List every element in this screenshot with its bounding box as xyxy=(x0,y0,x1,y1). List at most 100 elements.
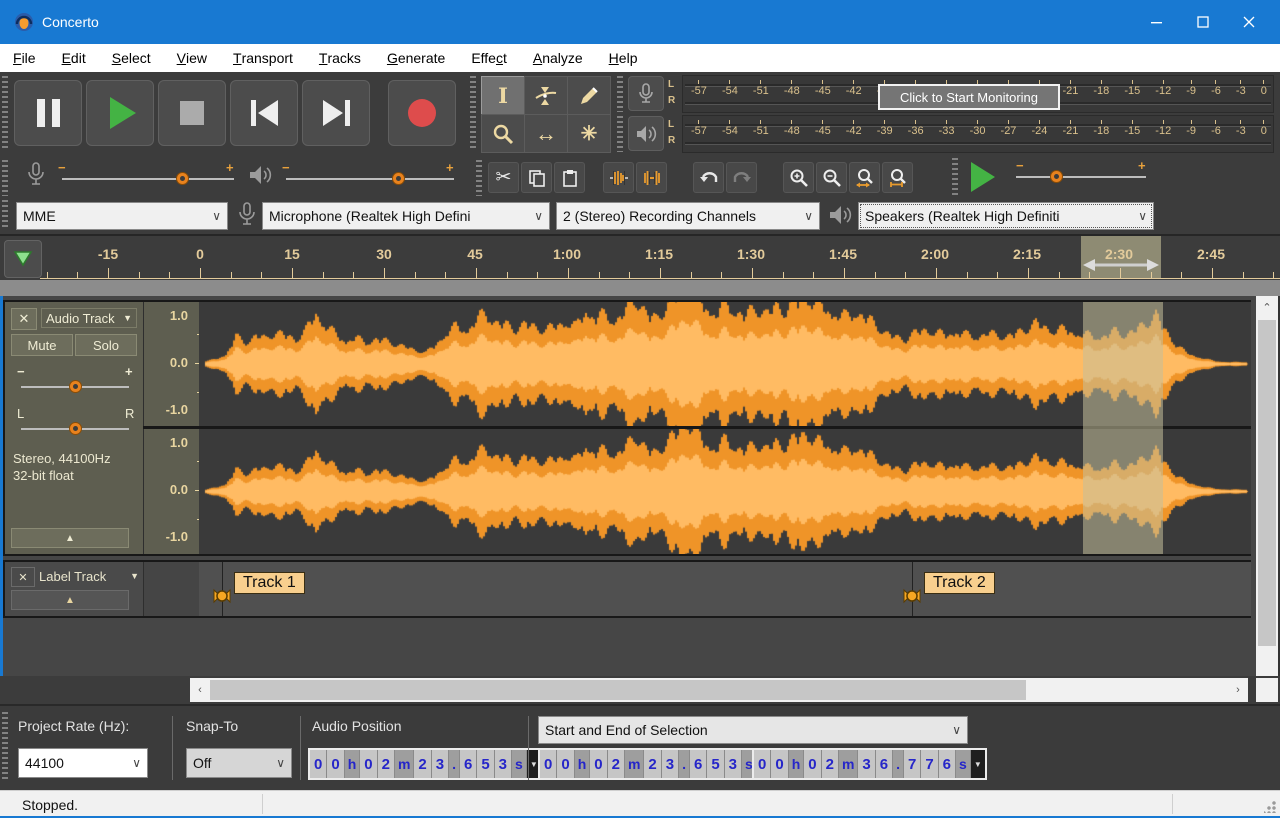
time-digit[interactable]: h xyxy=(344,750,360,778)
time-digit[interactable]: 2 xyxy=(821,750,838,778)
title-bar[interactable]: Concerto xyxy=(0,0,1280,44)
label-track-body[interactable]: Track 1 Track 2 xyxy=(199,562,1251,616)
time-digit[interactable]: 6 xyxy=(875,750,893,778)
time-digit[interactable]: s xyxy=(512,750,526,778)
time-digit[interactable]: 3 xyxy=(724,750,741,778)
minimize-button[interactable] xyxy=(1134,0,1180,44)
menu-tracks[interactable]: Tracks xyxy=(306,44,374,72)
selection-end-field[interactable]: 0 0 h 0 2 m 3 6. 7 7 6 s ▼ xyxy=(752,748,987,780)
tools-toolbar-grip[interactable] xyxy=(470,76,476,151)
time-digit[interactable]: 2 xyxy=(414,750,431,778)
selection-tool-button[interactable]: I xyxy=(481,76,525,115)
selection-start-field[interactable]: 00h02m23.653s▼ xyxy=(538,748,773,780)
time-digit[interactable]: 2 xyxy=(607,750,624,778)
playback-meter-grip[interactable] xyxy=(617,116,623,152)
menu-help[interactable]: Help xyxy=(596,44,651,72)
time-digit[interactable]: 3 xyxy=(858,750,875,778)
selection-toolbar-grip[interactable] xyxy=(2,712,8,782)
audio-track-collapse-button[interactable]: ▲ xyxy=(11,528,129,548)
time-digit[interactable]: 0 xyxy=(590,750,607,778)
redo-button[interactable] xyxy=(726,162,757,193)
time-digit[interactable]: s xyxy=(956,750,970,778)
pause-button[interactable] xyxy=(14,80,82,146)
time-digit[interactable]: m xyxy=(394,750,414,778)
skip-to-end-button[interactable] xyxy=(302,80,370,146)
waveform-channel-2[interactable] xyxy=(199,429,1251,554)
playback-meter[interactable]: -57 -54 -51 -48 -45 -42 -39 -36 -33 -30 -27 -24 -21-… xyxy=(682,115,1274,153)
stop-button[interactable] xyxy=(158,80,226,146)
audio-position-field[interactable]: 0 0 h 0 2 m 2 3. 6 5 3 s ▼ xyxy=(308,748,543,780)
time-digit[interactable]: 6 xyxy=(459,750,477,778)
project-rate-select[interactable]: 44100 ∨ xyxy=(18,748,148,778)
channels-select[interactable]: 2 (Stereo) Recording Channels ∨ xyxy=(556,202,820,230)
skip-to-start-button[interactable] xyxy=(230,80,298,146)
vertical-scrollbar[interactable]: ⌃ xyxy=(1256,296,1278,676)
time-digit[interactable]: 0 xyxy=(754,750,771,778)
zoom-out-button[interactable] xyxy=(816,162,847,193)
time-digit[interactable]: 0 xyxy=(771,750,788,778)
edit-toolbar-grip[interactable] xyxy=(476,160,482,196)
solo-button[interactable]: Solo xyxy=(75,334,137,356)
label-track-close-button[interactable]: ✕ xyxy=(11,567,35,587)
selection-mode-select[interactable]: Start and End of Selection ∨ xyxy=(538,716,968,744)
time-digit[interactable]: 5 xyxy=(707,750,724,778)
time-digit[interactable]: 0 xyxy=(360,750,377,778)
label-marker-handle-icon[interactable] xyxy=(903,586,921,606)
speed-slider[interactable] xyxy=(1016,176,1146,178)
time-shift-tool-button[interactable]: ↔ xyxy=(524,114,568,153)
time-digit[interactable]: 0 xyxy=(540,750,557,778)
scroll-up-button[interactable]: ⌃ xyxy=(1256,298,1278,316)
label-box[interactable]: Track 2 xyxy=(924,572,995,594)
zoom-selection-button[interactable] xyxy=(849,162,880,193)
multi-tool-button[interactable]: ✳ xyxy=(567,114,611,153)
speed-slider-thumb[interactable] xyxy=(1050,170,1063,183)
label-track-collapse-button[interactable]: ▲ xyxy=(11,590,129,610)
audio-track-menu-button[interactable]: Audio Track ▼ xyxy=(41,308,137,328)
time-digit[interactable]: 7 xyxy=(921,750,938,778)
playback-meter-button[interactable] xyxy=(628,116,664,151)
record-meter-grip[interactable] xyxy=(617,76,623,112)
time-digit[interactable]: h xyxy=(574,750,590,778)
label-marker-handle-icon[interactable] xyxy=(213,586,231,606)
time-digit[interactable]: 2 xyxy=(644,750,661,778)
paste-button[interactable] xyxy=(554,162,585,193)
label-track-menu-button[interactable]: Label Track ▼ xyxy=(39,567,139,585)
gain-slider-thumb[interactable] xyxy=(69,380,82,393)
copy-button[interactable] xyxy=(521,162,552,193)
play-button[interactable] xyxy=(86,80,154,146)
playback-volume-slider[interactable] xyxy=(286,178,454,180)
horizontal-scrollbar-thumb[interactable] xyxy=(210,680,1026,700)
draw-tool-button[interactable] xyxy=(567,76,611,115)
time-digit[interactable]: 0 xyxy=(327,750,344,778)
host-select[interactable]: MME ∨ xyxy=(16,202,228,230)
record-volume-slider[interactable] xyxy=(62,178,234,180)
horizontal-scrollbar[interactable]: ‹ › xyxy=(190,678,1248,702)
cut-button[interactable]: ✂ xyxy=(488,162,519,193)
play-at-speed-button[interactable] xyxy=(966,160,1000,194)
undo-button[interactable] xyxy=(693,162,724,193)
time-digit[interactable]: . xyxy=(449,750,459,778)
play-at-speed-grip[interactable] xyxy=(952,158,958,198)
time-digit[interactable]: . xyxy=(893,750,903,778)
menu-transport[interactable]: Transport xyxy=(220,44,306,72)
menu-file[interactable]: File xyxy=(0,44,49,72)
transport-toolbar-grip[interactable] xyxy=(2,76,8,151)
time-digit[interactable]: m xyxy=(838,750,858,778)
record-button[interactable] xyxy=(388,80,456,146)
device-toolbar-grip[interactable] xyxy=(2,200,8,230)
menu-select[interactable]: Select xyxy=(99,44,164,72)
audio-track-close-button[interactable]: ✕ xyxy=(11,308,37,330)
maximize-button[interactable] xyxy=(1180,0,1226,44)
time-digit[interactable]: 3 xyxy=(431,750,449,778)
zoom-tool-button[interactable] xyxy=(481,114,525,153)
menu-effect[interactable]: Effe c t xyxy=(458,44,520,72)
record-volume-slider-thumb[interactable] xyxy=(176,172,189,185)
mixer-toolbar-grip[interactable] xyxy=(2,160,8,196)
input-device-select[interactable]: Microphone (Realtek High Defini ∨ xyxy=(262,202,550,230)
mute-button[interactable]: Mute xyxy=(11,334,73,356)
zoom-fit-button[interactable] xyxy=(882,162,913,193)
pan-slider-thumb[interactable] xyxy=(69,422,82,435)
close-button[interactable] xyxy=(1226,0,1272,44)
time-digit[interactable]: 0 xyxy=(310,750,327,778)
scroll-right-button[interactable]: › xyxy=(1230,678,1246,702)
